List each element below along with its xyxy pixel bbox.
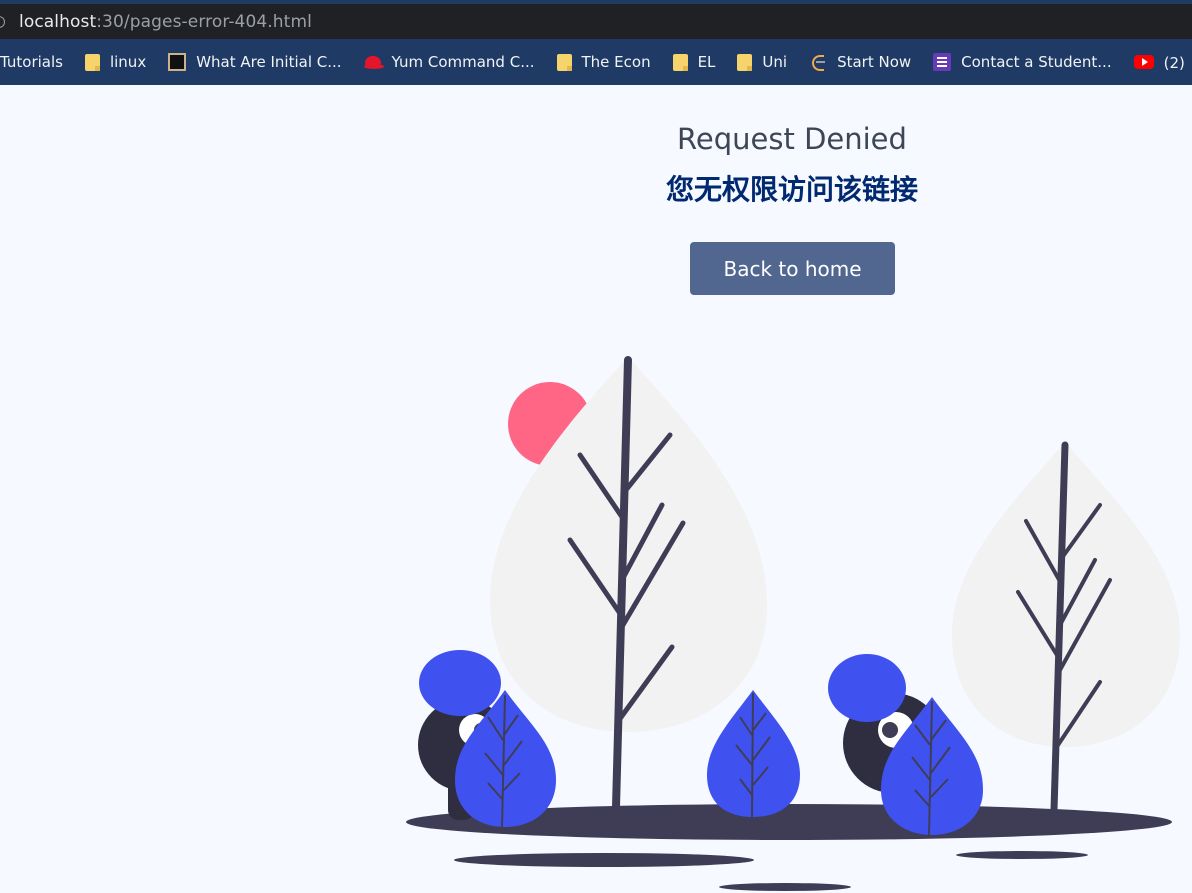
bookmark-tutorials[interactable]: Tutorials	[0, 53, 63, 71]
bookmark-label: Tutorials	[0, 53, 63, 71]
site-icon	[168, 53, 187, 71]
bookmark-start-now[interactable]: Start Now	[809, 53, 911, 71]
ground-shadow-4	[719, 883, 851, 891]
bookmark-label: The Econ	[581, 53, 651, 71]
forms-icon	[933, 53, 952, 71]
bookmark-youtube[interactable]: (2) 【注	[1133, 52, 1192, 73]
folder-icon	[672, 53, 688, 71]
bookmark-label: What Are Initial C...	[196, 53, 342, 71]
address-bar[interactable]: i localhost:30/pages-error-404.html	[0, 4, 1192, 39]
bookmark-el[interactable]: EL	[672, 53, 716, 71]
bookmark-linux[interactable]: linux	[84, 53, 147, 71]
bookmark-label: (2) 【注	[1163, 53, 1192, 72]
bookmark-label: Contact a Student...	[961, 53, 1112, 71]
bookmark-label: EL	[697, 53, 716, 71]
bookmark-initial-c[interactable]: What Are Initial C...	[168, 53, 342, 71]
bookmarks-bar: Tutorials linux What Are Initial C... Yu…	[0, 39, 1192, 85]
bookmark-yum[interactable]: Yum Command C...	[363, 53, 535, 71]
bookmark-uni[interactable]: Uni	[737, 53, 787, 71]
bookmark-label: Start Now	[837, 53, 912, 71]
error-illustration	[406, 356, 1180, 891]
bookmark-label: linux	[109, 53, 147, 71]
leetcode-icon	[809, 53, 827, 71]
folder-icon	[84, 53, 100, 71]
bookmark-label: Uni	[762, 53, 788, 71]
folder-icon	[737, 53, 753, 71]
error-page: Request Denied 您无权限访问该链接 Back to home	[0, 85, 1192, 893]
info-icon[interactable]: i	[0, 15, 5, 28]
bookmark-contact-student[interactable]: Contact a Student...	[933, 53, 1112, 71]
bookmark-label: Yum Command C...	[391, 53, 535, 71]
ground-shadow-3	[956, 851, 1088, 859]
youtube-icon	[1133, 55, 1154, 69]
url-text[interactable]: localhost:30/pages-error-404.html	[19, 12, 312, 32]
bookmark-the-econ[interactable]: The Econ	[556, 53, 651, 71]
redhat-icon	[363, 53, 384, 71]
folder-icon	[556, 53, 572, 71]
ground-shadow-2	[454, 853, 754, 867]
